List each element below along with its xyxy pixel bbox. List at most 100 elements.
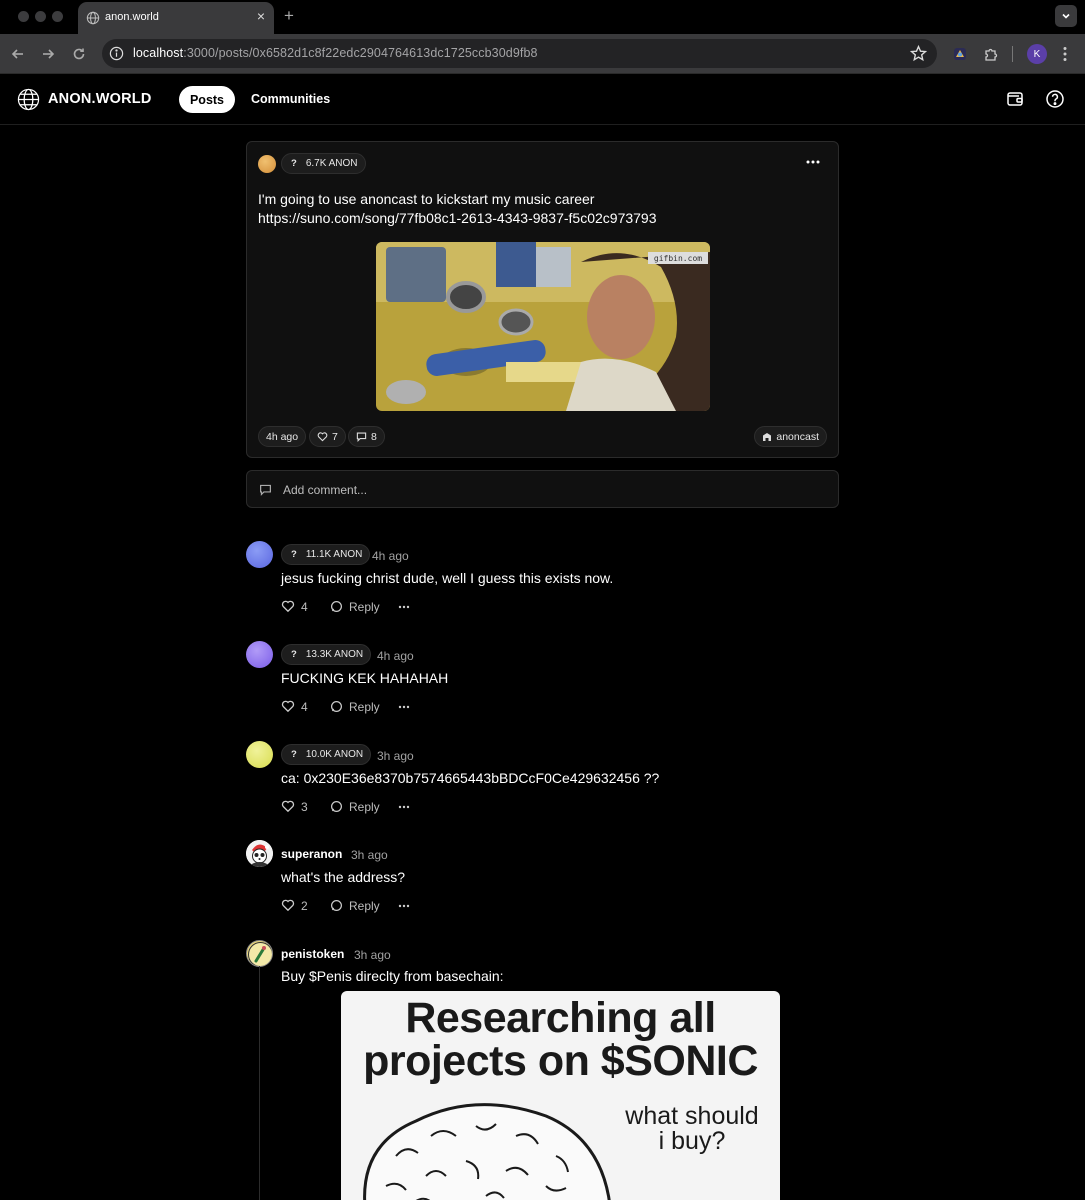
reply-button[interactable]: Reply [349,700,380,714]
comment-anon-badge[interactable]: ? 13.3K ANON [281,644,372,665]
window-close-button[interactable] [18,11,29,22]
back-button[interactable] [8,44,28,64]
heart-icon[interactable] [281,799,295,813]
window-maximize-button[interactable] [52,11,63,22]
post-anon-badge[interactable]: ? 6.7K ANON [281,153,366,174]
url-path: :3000/posts/0x6582d1c8f22edc2904764613dc… [183,46,538,60]
add-comment-placeholder: Add comment... [283,483,368,497]
extension-icon[interactable] [951,45,969,63]
post-like-count: 7 [332,430,338,443]
comment-avatar[interactable] [246,940,273,967]
reply-bubble-icon[interactable] [330,800,343,813]
browser-toolbar: localhost:3000/posts/0x6582d1c8f22edc290… [0,34,1085,74]
post-time: 4h ago [258,426,307,447]
heart-icon[interactable] [281,699,295,713]
browser-tab[interactable]: anon.world × [78,2,274,34]
post-like-button[interactable]: 7 [309,426,346,447]
comment-text: ca: 0x230E36e8370b7574665443bBDCcF0Ce429… [281,770,660,786]
thread-line [259,966,260,1200]
comment-text: jesus fucking christ dude, well I guess … [281,570,614,586]
reply-button[interactable]: Reply [349,899,380,913]
window-minimize-button[interactable] [35,11,46,22]
post-gif-image[interactable]: gifbin.com [376,242,710,411]
comment-anon-badge[interactable]: ? 10.0K ANON [281,744,372,765]
comment-time: 3h ago [377,749,414,763]
new-tab-icon[interactable]: + [284,6,294,26]
nav-posts[interactable]: Posts [179,86,235,113]
reload-icon [73,48,85,60]
site-header: ANON.WORLD Posts Communities [0,74,1085,125]
comment-item: ? 11.1K ANON 4h ago jesus fucking christ… [246,541,839,631]
more-options-icon[interactable] [805,154,821,170]
post-time-text: 4h ago [266,430,299,443]
add-comment-input[interactable]: Add comment... [246,470,839,508]
puzzle-icon[interactable] [982,45,1000,63]
badge-label: 6.7K ANON [305,158,358,169]
reply-button[interactable]: Reply [349,600,380,614]
comment-like-count: 2 [301,899,308,913]
reply-bubble-icon[interactable] [330,600,343,613]
tab-title: anon.world [105,11,159,23]
post-comment-button[interactable]: 8 [348,426,385,447]
comment-icon [260,484,271,496]
comment-anon-badge[interactable]: ? 11.1K ANON [281,544,371,565]
comment-avatar[interactable] [246,641,273,668]
globe-logo-icon[interactable] [17,88,40,111]
comment-avatar[interactable] [246,840,273,867]
more-options-icon[interactable] [397,800,411,814]
comment-time: 4h ago [372,549,409,563]
comment-username[interactable]: penistoken [281,947,344,961]
tab-close-icon[interactable]: × [257,8,265,24]
meme-title-line: Researching all [405,994,716,1042]
reply-bubble-icon[interactable] [330,700,343,713]
toolbar-separator [1012,46,1013,62]
comment-text: what's the address? [281,869,406,885]
chevron-down-icon [1062,13,1070,19]
comment-avatar[interactable] [246,541,273,568]
more-options-icon[interactable] [397,700,411,714]
community-icon [763,432,772,441]
nav-communities[interactable]: Communities [251,92,330,106]
forward-button[interactable] [38,44,58,64]
meme-side-line: i buy? [658,1127,726,1155]
gif-illustration: gifbin.com [376,242,710,411]
badge-question-icon: ? [291,649,297,660]
reload-button[interactable] [69,44,89,64]
gif-watermark: gifbin.com [654,254,702,263]
meme-title: Researching all projects on $SONIC [341,997,780,1083]
comment-text: Buy $Penis direclty from basechain: [281,968,504,984]
post-link[interactable]: https://suno.com/song/77fb08c1-2613-4343… [258,209,818,228]
community-name: anoncast [776,430,819,443]
heart-icon[interactable] [281,599,295,613]
bookmark-star-icon[interactable] [910,45,927,62]
comment-item: ? 10.0K ANON 3h ago ca: 0x230E36e8370b75… [246,741,839,831]
post-card: ? 6.7K ANON I'm going to use anoncast to… [246,141,839,458]
comment-text: FUCKING KEK HAHAHAH [281,670,449,686]
badge-question-icon: ? [291,158,297,169]
browser-tab-bar: anon.world × + [0,0,1085,34]
arrow-right-icon [43,49,55,59]
meme-side-line: what should [625,1102,759,1130]
comment-like-count: 3 [301,800,308,814]
reply-bubble-icon[interactable] [330,899,343,912]
post-author-avatar[interactable] [258,155,276,173]
heart-icon[interactable] [281,898,295,912]
tab-search-button[interactable] [1055,5,1077,27]
comment-item: superanon 3h ago what's the address? 2 R… [246,840,839,930]
community-tag[interactable]: anoncast [754,426,827,447]
profile-avatar[interactable]: K [1027,44,1047,64]
meme-title-line: projects on $SONIC [363,1037,758,1085]
more-options-icon[interactable] [397,600,411,614]
reply-button[interactable]: Reply [349,800,380,814]
site-logo-text[interactable]: ANON.WORLD [48,91,152,107]
help-icon[interactable] [1045,89,1065,109]
browser-menu-icon[interactable] [1058,45,1072,63]
url-host: localhost [133,46,184,60]
comment-username[interactable]: superanon [281,847,342,861]
comment-avatar[interactable] [246,741,273,768]
comment-meme-image[interactable]: Researching all projects on $SONIC what … [341,991,780,1200]
more-options-icon[interactable] [397,899,411,913]
address-bar[interactable]: localhost:3000/posts/0x6582d1c8f22edc290… [102,39,937,68]
wallet-icon[interactable] [1005,89,1025,109]
site-info-icon[interactable] [109,46,124,61]
